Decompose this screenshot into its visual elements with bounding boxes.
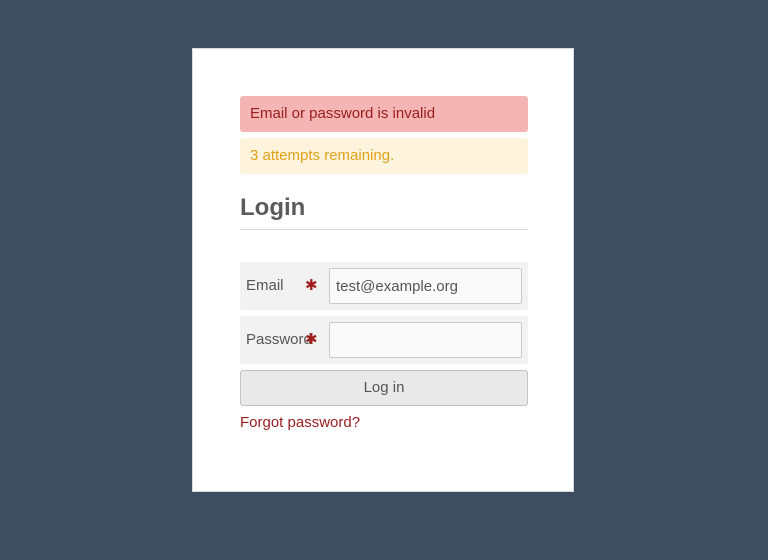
page-title: Login <box>240 192 528 230</box>
password-label: Password <box>246 331 312 348</box>
email-field[interactable] <box>329 268 522 304</box>
password-field[interactable] <box>329 322 522 358</box>
login-button[interactable]: Log in <box>240 370 528 406</box>
error-alert: Email or password is invalid <box>240 96 528 132</box>
email-row: Email ✱ <box>240 262 528 310</box>
login-form: Email or password is invalid 3 attempts … <box>240 96 528 432</box>
password-row: Password ✱ <box>240 316 528 364</box>
required-icon: ✱ <box>305 277 318 294</box>
forgot-password-link[interactable]: Forgot password? <box>240 414 360 431</box>
warning-alert: 3 attempts remaining. <box>240 138 528 174</box>
login-card: Email or password is invalid 3 attempts … <box>192 48 574 492</box>
email-label: Email <box>246 277 284 294</box>
required-icon: ✱ <box>305 331 318 348</box>
